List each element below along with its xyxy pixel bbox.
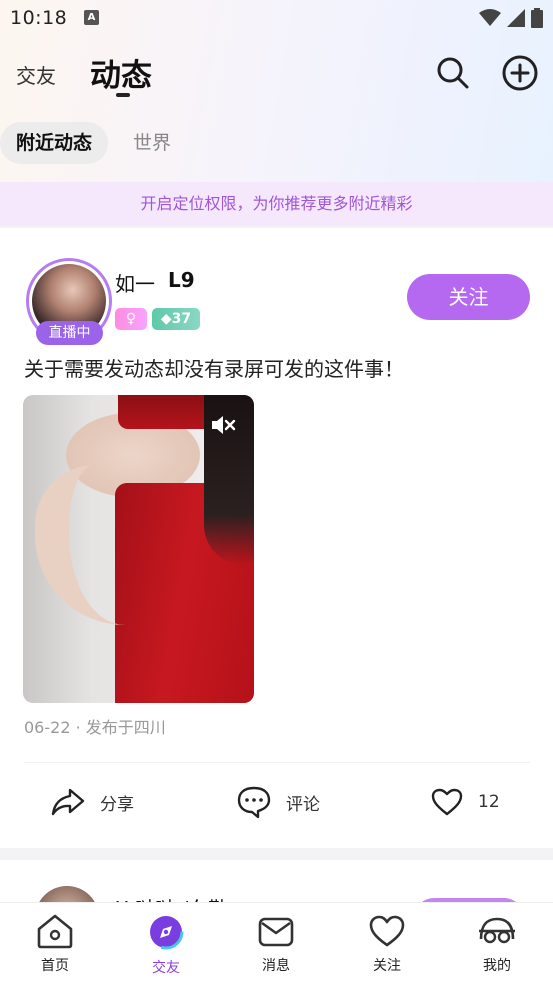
nav-label-messages: 消息 (262, 958, 290, 974)
home-icon (37, 914, 73, 949)
comment-button[interactable]: 评论 (236, 784, 320, 820)
like-count: 12 (478, 792, 500, 812)
share-button[interactable]: 分享 (50, 784, 134, 820)
nav-follow[interactable]: 关注 (347, 913, 427, 983)
live-badge: 直播中 (36, 321, 103, 345)
rank-badge: ◆37 (152, 308, 200, 330)
tab-jiaoyou[interactable]: 交友 (16, 60, 56, 89)
nav-label-jiaoyou: 交友 (152, 960, 180, 976)
share-icon (51, 788, 85, 816)
location-permission-banner[interactable]: 开启定位权限，为你推荐更多附近精彩 (0, 182, 553, 226)
profile-icon (479, 917, 515, 944)
post-text: 关于需要发动态却没有录屏可发的这件事！ (24, 357, 404, 381)
comment-label: 评论 (286, 794, 320, 815)
active-tab-indicator (116, 93, 130, 97)
nav-label-profile: 我的 (483, 958, 511, 974)
share-label: 分享 (100, 794, 134, 815)
nav-jiaoyou[interactable]: 交友 (126, 913, 206, 983)
post-meta: 06-22 · 发布于四川 (24, 718, 166, 737)
signal-icon (507, 9, 525, 27)
user-level: L9 (168, 268, 195, 292)
post-card: 直播中 如一 L9 ♀ ◆37 关注 关于需要发动态却没有录屏可发的这件事！ 0… (0, 228, 553, 848)
sub-tabs: 附近动态 世界 (0, 122, 553, 164)
gender-badge: ♀ (115, 308, 147, 330)
follow-button[interactable]: 关注 (407, 274, 530, 320)
user-name[interactable]: 如一 (115, 268, 155, 297)
subtab-world[interactable]: 世界 (133, 122, 171, 164)
tab-dongtai[interactable]: 动态 (90, 50, 152, 95)
nav-label-home: 首页 (41, 958, 69, 974)
nav-home[interactable]: 首页 (15, 913, 95, 983)
post-video[interactable] (23, 395, 254, 703)
app-screen: 10:18 A 交友 动态 附近动态 世界 开启定位权限，为你推荐更多附近精彩 … (0, 0, 553, 984)
divider (24, 762, 530, 763)
status-icons (479, 8, 543, 28)
nav-profile[interactable]: 我的 (457, 913, 537, 983)
search-icon[interactable] (434, 54, 470, 90)
heart-icon (431, 788, 463, 816)
plus-circle-icon[interactable] (501, 54, 539, 92)
notification-icon: A (84, 10, 99, 25)
comment-icon (237, 786, 271, 819)
status-time: 10:18 (10, 7, 68, 29)
compass-icon (148, 914, 184, 950)
mail-icon (258, 917, 294, 947)
mute-icon[interactable] (210, 413, 236, 437)
bottom-nav: 首页 交友 消息 关注 我的 (0, 902, 553, 984)
battery-icon (531, 8, 543, 28)
nav-messages[interactable]: 消息 (236, 913, 316, 983)
subtab-nearby[interactable]: 附近动态 (0, 122, 109, 164)
heart-outline-icon (369, 915, 405, 947)
status-bar: 10:18 A (0, 0, 553, 38)
header-tabs: 交友 动态 (0, 48, 553, 102)
wifi-icon (479, 9, 501, 26)
like-button[interactable]: 12 (430, 784, 500, 820)
nav-label-follow: 关注 (373, 958, 401, 974)
